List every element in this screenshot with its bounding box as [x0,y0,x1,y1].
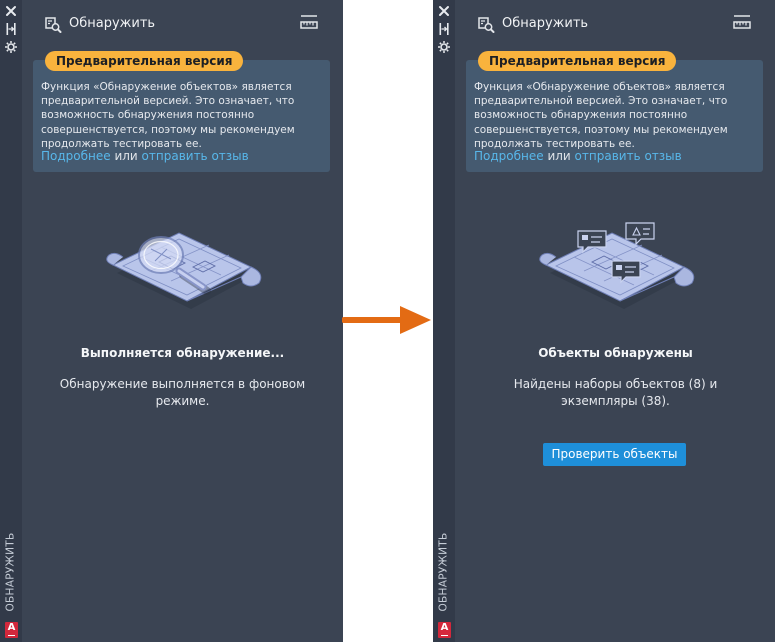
send-feedback-link[interactable]: отправить отзыв [575,149,682,163]
panel-title: Обнаружить [69,16,156,31]
app-logo: A [438,622,451,638]
preview-text: Функция «Обнаружение объектов» является … [41,81,295,150]
links-separator: или [110,149,142,163]
discover-palette-after: ОБНАРУЖИТЬ A Обнаружить Функция «Обнаруж… [433,0,775,642]
preview-text: Функция «Обнаружение объектов» является … [474,81,728,150]
discover-icon [477,15,495,33]
panel-header: Обнаружить [455,0,775,44]
links-separator: или [543,149,575,163]
ruler-icon[interactable] [300,14,318,30]
discover-palette-before: ОБНАРУЖИТЬ A Обнаружить Функция «Обнаруж… [0,0,343,642]
learn-more-link[interactable]: Подробнее [474,149,544,163]
status-title: Объекты обнаружены [538,346,693,360]
properties-icon[interactable] [3,40,19,54]
preview-badge: Предварительная версия [478,51,677,71]
verify-objects-button[interactable]: Проверить объекты [543,443,686,466]
preview-banner: Функция «Обнаружение объектов» является … [466,60,763,172]
palette-title-strip: ОБНАРУЖИТЬ A [433,0,455,642]
close-icon[interactable] [436,4,452,18]
preview-badge: Предварительная версия [45,51,244,71]
drawing-with-markers-illustration [534,222,700,319]
preview-links: Подробнее или отправить отзыв [41,149,249,163]
app-logo: A [5,622,18,638]
preview-links: Подробнее или отправить отзыв [474,149,682,163]
ruler-icon[interactable] [733,14,751,30]
palette-vertical-title: ОБНАРУЖИТЬ [438,532,450,612]
magnifier-over-drawing-illustration [101,215,267,319]
palette-title-strip: ОБНАРУЖИТЬ A [0,0,22,642]
status-message: Найдены наборы объектов (8) и экземпляры… [513,377,718,408]
close-icon[interactable] [3,4,19,18]
send-feedback-link[interactable]: отправить отзыв [142,149,249,163]
learn-more-link[interactable]: Подробнее [41,149,111,163]
preview-banner: Функция «Обнаружение объектов» является … [33,60,330,172]
panel-header: Обнаружить [22,0,343,44]
discover-icon [44,15,62,33]
discover-panel: Обнаружить Функция «Обнаружение объектов… [455,0,775,642]
properties-icon[interactable] [436,40,452,54]
panel-title: Обнаружить [502,16,589,31]
arrow-right-icon [342,306,431,334]
auto-hide-icon[interactable] [436,22,452,36]
discover-panel: Обнаружить Функция «Обнаружение объектов… [22,0,343,642]
warning-marker-icon [625,222,655,246]
status-title: Выполняется обнаружение... [80,346,285,360]
status-message: Обнаружение выполняется в фоновом режиме… [59,377,306,408]
auto-hide-icon[interactable] [3,22,19,36]
palette-vertical-title: ОБНАРУЖИТЬ [5,532,17,612]
